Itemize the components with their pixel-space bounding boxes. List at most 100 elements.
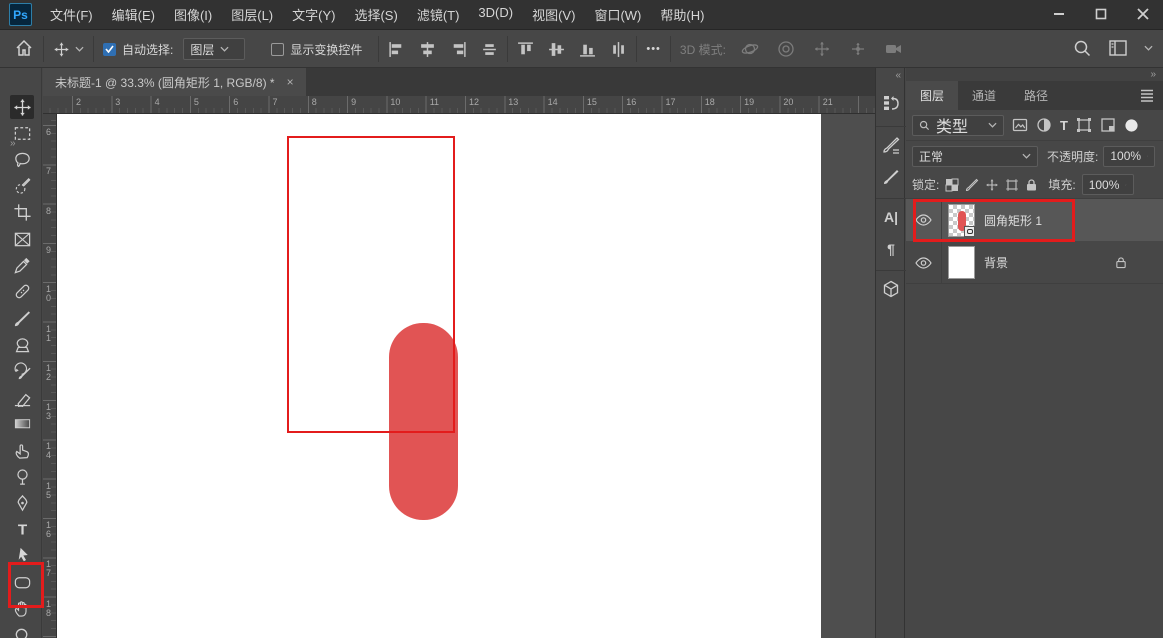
align-middle-icon[interactable] <box>548 41 565 58</box>
menu-layer[interactable]: 图层(L) <box>231 5 273 24</box>
type-layer-filter-icon[interactable]: T <box>1060 118 1068 133</box>
ruler-tick: 11 <box>430 97 439 107</box>
shape-layer-filter-icon[interactable] <box>1076 117 1092 133</box>
tool-zoom[interactable] <box>10 623 34 638</box>
layer-thumbnail[interactable] <box>948 246 975 279</box>
align-right-icon[interactable] <box>450 41 467 58</box>
tool-clone-stamp[interactable] <box>10 333 34 357</box>
menu-3d[interactable]: 3D(D) <box>478 5 513 24</box>
maximize-icon[interactable] <box>1093 6 1109 22</box>
ruler-tick: 7 <box>46 167 51 176</box>
character-panel-icon[interactable]: A| <box>880 206 902 228</box>
dock-expand-icon[interactable]: « <box>895 70 900 81</box>
tool-move[interactable] <box>10 95 34 119</box>
menu-file[interactable]: 文件(F) <box>50 5 93 24</box>
menu-edit[interactable]: 编辑(E) <box>112 5 155 24</box>
tool-brush[interactable] <box>10 306 34 330</box>
background-lock-icon[interactable] <box>1115 256 1127 269</box>
tool-lasso[interactable] <box>10 148 34 172</box>
document-tab[interactable]: 未标题-1 @ 33.3% (圆角矩形 1, RGB/8) * × <box>43 68 306 96</box>
lock-transparency-icon[interactable] <box>945 178 959 192</box>
pixel-layer-filter-icon[interactable] <box>1012 117 1028 133</box>
distribute-h-icon[interactable] <box>481 41 498 58</box>
type-icon: T <box>13 520 32 539</box>
menu-image[interactable]: 图像(I) <box>174 5 212 24</box>
minimize-icon[interactable] <box>1051 6 1067 22</box>
search-icon[interactable] <box>1072 38 1092 58</box>
smart-object-filter-icon[interactable] <box>1100 117 1116 133</box>
tool-gradient[interactable] <box>10 412 34 436</box>
tool-history-brush[interactable] <box>10 359 34 383</box>
frame-icon <box>13 230 32 249</box>
auto-select-target-dropdown[interactable]: 图层 <box>183 38 245 60</box>
chevron-down-icon[interactable] <box>1144 45 1153 51</box>
move-tool-preset-icon[interactable] <box>53 41 84 58</box>
align-top-icon[interactable] <box>517 41 534 58</box>
fill-value: 100% <box>1089 178 1120 192</box>
layer-filter-dropdown[interactable]: 类型 <box>912 115 1004 136</box>
more-options-button[interactable]: ••• <box>646 43 661 55</box>
align-bottom-icon[interactable] <box>579 41 596 58</box>
brush-settings-panel-icon[interactable] <box>880 134 902 156</box>
brush-icon <box>13 309 32 328</box>
workspace-switcher-icon[interactable] <box>1108 38 1128 58</box>
eraser-icon <box>13 388 32 407</box>
clone-stamp-icon <box>13 335 32 354</box>
tool-crop[interactable] <box>10 201 34 225</box>
menu-view[interactable]: 视图(V) <box>532 5 575 24</box>
menu-type[interactable]: 文字(Y) <box>292 5 335 24</box>
filter-toggle-icon[interactable] <box>1124 118 1139 133</box>
panel-menu-icon[interactable] <box>1139 88 1155 102</box>
menu-select[interactable]: 选择(S) <box>354 5 397 24</box>
align-left-icon[interactable] <box>388 41 405 58</box>
layer-row-background[interactable]: 背景 <box>906 242 1163 284</box>
dodge-icon <box>13 467 32 486</box>
tab-close-icon[interactable]: × <box>287 75 294 89</box>
layer-visibility-toggle[interactable] <box>906 242 942 284</box>
tool-quick-selection[interactable] <box>10 174 34 198</box>
auto-select-checkbox[interactable] <box>103 43 116 56</box>
blend-mode-dropdown[interactable]: 正常 <box>912 146 1038 167</box>
tool-spot-healing[interactable] <box>10 280 34 304</box>
lock-pixels-icon[interactable] <box>965 178 979 192</box>
close-icon[interactable] <box>1135 6 1151 22</box>
tool-rectangular-marquee[interactable] <box>10 121 34 145</box>
ruler-tick: 3 <box>115 97 120 107</box>
layers-panel: » 图层 通道 路径 类型 T 正常 不透明度: <box>906 68 1163 638</box>
menu-filter[interactable]: 滤镜(T) <box>417 5 460 24</box>
tool-dodge[interactable] <box>10 465 34 489</box>
brush-panel-icon[interactable] <box>880 166 902 188</box>
quick-selection-icon <box>13 177 32 196</box>
history-panel-icon[interactable] <box>880 92 902 114</box>
tab-layers[interactable]: 图层 <box>906 81 958 110</box>
spot-healing-icon <box>13 282 32 301</box>
tool-pen[interactable] <box>10 491 34 515</box>
opacity-dropdown[interactable]: 100% <box>1103 146 1155 167</box>
ruler-tick: 20 <box>783 97 793 107</box>
3d-panel-icon[interactable] <box>880 278 902 300</box>
layer-name[interactable]: 背景 <box>984 254 1008 271</box>
3d-slide-icon <box>848 39 868 59</box>
align-center-h-icon[interactable] <box>419 41 436 58</box>
paragraph-panel-icon[interactable]: ¶ <box>880 238 902 260</box>
fill-dropdown[interactable]: 100% <box>1082 174 1134 195</box>
menu-window[interactable]: 窗口(W) <box>594 5 641 24</box>
home-icon[interactable] <box>14 38 34 61</box>
tab-channels[interactable]: 通道 <box>958 81 1010 110</box>
adjustment-layer-filter-icon[interactable] <box>1036 117 1052 133</box>
tool-eraser[interactable] <box>10 385 34 409</box>
fill-label: 填充: <box>1048 176 1075 193</box>
tab-paths[interactable]: 路径 <box>1010 81 1062 110</box>
tool-type[interactable]: T <box>10 517 34 541</box>
panel-collapse-icon[interactable]: » <box>1150 69 1155 80</box>
tool-eyedropper[interactable] <box>10 253 34 277</box>
ruler-tick: 12 <box>46 364 51 382</box>
lock-position-icon[interactable] <box>985 178 999 192</box>
distribute-v-icon[interactable] <box>610 41 627 58</box>
tool-frame[interactable] <box>10 227 34 251</box>
lock-artboard-icon[interactable] <box>1005 178 1019 192</box>
menu-help[interactable]: 帮助(H) <box>660 5 704 24</box>
lock-all-icon[interactable] <box>1025 178 1038 192</box>
show-transform-checkbox[interactable] <box>271 43 284 56</box>
tool-smudge[interactable] <box>10 438 34 462</box>
